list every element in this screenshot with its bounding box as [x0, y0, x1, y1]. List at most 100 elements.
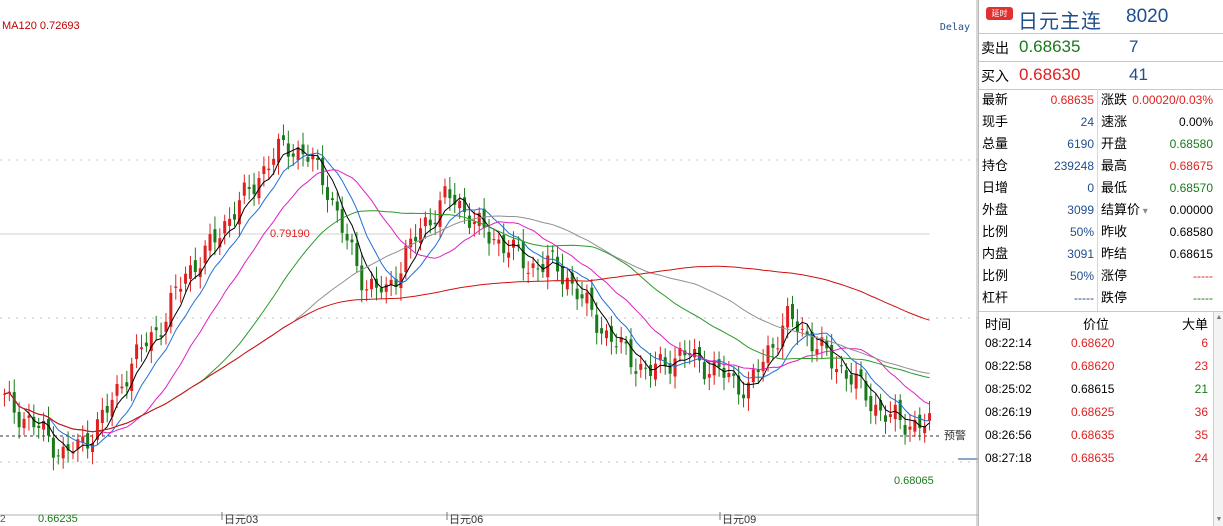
kline-chart[interactable]: 0.79190 0.66235 0.68065 预警 2 日元03 日元06 日元09 MA1… [0, 0, 978, 526]
stat-left-0: 最新 0.68635 [982, 89, 1094, 111]
candle-body [174, 286, 178, 288]
trade-time: 08:26:56 [985, 428, 1032, 442]
candle-body [800, 328, 804, 330]
stat-value: 24 [1080, 115, 1094, 129]
candle-body [908, 426, 912, 430]
stat-label: 持仓 [982, 158, 1009, 173]
stat-value: 0.00020/0.03% [1132, 93, 1213, 107]
candle-body [634, 371, 638, 374]
stat-value: 0.68570 [1169, 181, 1213, 195]
candle-body [340, 209, 344, 233]
candle-body [742, 394, 746, 399]
candle-body [869, 395, 873, 412]
scroll-up-icon[interactable]: ▲ [1215, 314, 1223, 322]
candle-body [311, 155, 315, 160]
stat-right-6: 昨收 0.68580 [1101, 221, 1213, 243]
candle-body [100, 409, 104, 424]
candle-body [835, 369, 839, 373]
candle-body [159, 335, 163, 337]
stat-right-4: 最低 0.68570 [1101, 177, 1213, 199]
candle-body [213, 229, 217, 243]
candle-body [727, 373, 731, 378]
candle-body [565, 277, 569, 290]
candle-body [830, 344, 834, 369]
candle-body [433, 222, 437, 225]
high-price-label: 0.79190 [270, 228, 310, 240]
candle-body [286, 143, 290, 157]
ma40-line [4, 210, 930, 433]
stat-value: 0.00000 [1169, 203, 1213, 217]
candle-body [560, 266, 564, 285]
candle-body [903, 425, 907, 435]
candle-body [585, 292, 589, 304]
scroll-down-icon[interactable]: ▼ [1215, 516, 1223, 524]
stats-divider [1097, 89, 1098, 311]
candle-body [551, 250, 555, 252]
candle-body [247, 187, 251, 189]
candle-body [428, 219, 432, 226]
stat-label: 比例 [982, 268, 1009, 283]
candle-body [370, 278, 374, 290]
quote-panel: 延时 日元主连 8020 卖出 0.68635 7 买入 0.68630 41 … [978, 0, 1223, 526]
candle-body [135, 344, 139, 360]
candle-body [115, 383, 119, 396]
trade-volume: 36 [1194, 405, 1208, 419]
dropdown-icon[interactable]: ▾ [1140, 206, 1148, 217]
candle-body [365, 289, 369, 291]
stat-value: 0 [1087, 181, 1094, 195]
alert-label: 预警 [944, 428, 966, 442]
candle-body [605, 330, 608, 339]
candle-body [105, 405, 109, 413]
candle-body [707, 374, 711, 378]
candle-body [335, 201, 339, 211]
candle-body [37, 425, 41, 428]
candle-body [22, 418, 26, 429]
candle-body [242, 182, 246, 196]
candle-body [208, 234, 212, 251]
delay-label: Delay [939, 22, 970, 33]
stat-label: 最高 [1101, 158, 1128, 173]
candle-body [144, 342, 148, 347]
candle-body [12, 392, 16, 413]
trades-scrollbar[interactable]: ▲ ▼ [1213, 312, 1223, 526]
stat-left-2: 总量 6190 [982, 133, 1094, 155]
stat-left-8: 比例 50% [982, 265, 1094, 287]
candle-body [188, 265, 192, 279]
panel-header: 延时 日元主连 8020 [979, 0, 1223, 34]
stat-label: 日增 [982, 180, 1009, 195]
trades-header-price: 价位 [1083, 317, 1110, 332]
stat-label: 现手 [982, 114, 1009, 129]
stat-label: 比例 [982, 224, 1009, 239]
stat-label: 涨跌 [1101, 92, 1128, 107]
stat-label: 昨结 [1101, 246, 1128, 261]
candle-body [844, 370, 848, 379]
candle-body [467, 215, 471, 228]
candle-body [296, 147, 300, 160]
candle-body [281, 135, 285, 141]
candle-body [306, 156, 310, 162]
candle-body [712, 360, 716, 376]
stat-value: 0.68675 [1169, 159, 1213, 173]
candle-body [228, 218, 232, 226]
candle-body [61, 446, 65, 459]
kline-svg[interactable]: 0.79190 0.66235 0.68065 预警 2 日元03 日元06 日元09 [0, 0, 978, 526]
buy-volume: 41 [1129, 65, 1148, 84]
stat-value: 3099 [1067, 203, 1094, 217]
candle-body [497, 239, 501, 244]
candle-body [355, 243, 359, 266]
trade-price: 0.68620 [1071, 359, 1115, 373]
stat-label: 涨停 [1101, 268, 1128, 283]
delay-badge: 延时 [986, 7, 1013, 20]
stat-right-0: 涨跌 0.00020/0.03% [1101, 89, 1213, 111]
stat-right-3: 最高 0.68675 [1101, 155, 1213, 177]
candle-body [448, 189, 452, 199]
trade-volume: 35 [1194, 428, 1208, 442]
candle-body [27, 415, 31, 418]
instrument-code: 8020 [1126, 6, 1169, 27]
candle-body [502, 235, 506, 254]
stat-label: 外盘 [982, 202, 1009, 217]
trade-row: 08:22:14 0.68620 6 [979, 332, 1223, 355]
candle-body [766, 345, 770, 363]
trade-price: 0.68625 [1071, 405, 1115, 419]
stat-left-4: 日增 0 [982, 177, 1094, 199]
